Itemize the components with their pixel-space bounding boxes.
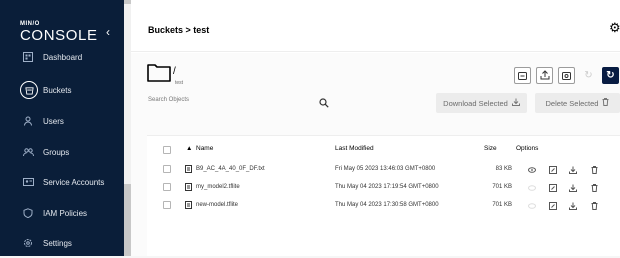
search-objects-field[interactable]: Search Objects: [148, 97, 331, 111]
download-icon[interactable]: [568, 165, 577, 174]
sidebar-item-dashboard[interactable]: Dashboard: [0, 42, 124, 72]
service-account-icon: [22, 176, 34, 188]
table-row[interactable]: B9_AC_4A_40_0F_DF.txt Fri May 05 2023 13…: [147, 163, 620, 178]
sidebar-item-settings[interactable]: Settings: [0, 228, 124, 258]
sidebar-item-service-accounts[interactable]: Service Accounts: [0, 167, 124, 197]
refresh-disabled-button[interactable]: ↻: [580, 67, 597, 84]
sidebar-item-label: IAM Policies: [43, 208, 88, 218]
sidebar-item-groups[interactable]: Groups: [0, 137, 124, 167]
sidebar-item-users[interactable]: Users: [0, 106, 124, 136]
sidebar-item-label: Settings: [43, 238, 72, 248]
refresh-icon: ↻: [584, 70, 593, 81]
file-icon: [185, 183, 192, 193]
column-size[interactable]: Size: [484, 145, 497, 152]
sidebar-item-label: Groups: [43, 147, 70, 157]
logo-console-text: CONSOLE: [20, 27, 98, 44]
sidebar-item-iam-policies[interactable]: IAM Policies: [0, 198, 124, 228]
row-checkbox[interactable]: [163, 183, 171, 191]
download-selected-label: Download Selected: [443, 98, 508, 108]
bucket-icon: [20, 81, 38, 99]
main-panel: Buckets > test ⚙ / test ↻ ↻ Search Objec…: [131, 0, 620, 256]
user-icon: [22, 115, 34, 127]
share-icon[interactable]: [548, 201, 557, 210]
file-icon: [185, 165, 192, 175]
refresh-button[interactable]: ↻: [602, 67, 619, 84]
reload-icon: ↻: [606, 70, 615, 81]
row-size: 701 KB: [492, 184, 512, 190]
dashboard-icon: [22, 51, 34, 63]
upload-folder-button[interactable]: [514, 67, 531, 84]
download-icon[interactable]: [568, 201, 577, 210]
settings-gear-icon[interactable]: ⚙: [609, 20, 620, 36]
history-icon: [562, 67, 571, 85]
groups-icon: [22, 146, 34, 158]
row-name: my_model2.tflite: [196, 184, 240, 190]
column-name[interactable]: Name: [196, 145, 213, 152]
gear-icon: [22, 237, 34, 249]
sidebar-item-buckets[interactable]: Buckets: [0, 75, 124, 105]
objects-table: ▲ Name Last Modified Size Options B9_AC_…: [147, 135, 620, 256]
row-last-modified: Thu May 04 2023 17:19:54 GMT+0800: [335, 184, 439, 190]
sidebar-item-label: Users: [43, 116, 64, 126]
trash-icon: [602, 98, 609, 108]
row-name: B9_AC_4A_40_0F_DF.txt: [196, 166, 265, 172]
download-selected-button[interactable]: Download Selected: [436, 93, 527, 113]
select-all-checkbox[interactable]: [163, 146, 171, 154]
delete-selected-button[interactable]: Delete Selected: [535, 93, 620, 113]
table-row[interactable]: my_model2.tflite Thu May 04 2023 17:19:5…: [147, 181, 620, 196]
preview-icon[interactable]: [527, 201, 536, 210]
upload-button[interactable]: [536, 67, 553, 84]
file-icon: [185, 201, 192, 211]
sidebar-item-label: Dashboard: [43, 52, 83, 62]
search-icon[interactable]: [319, 95, 329, 113]
table-row[interactable]: new-model.tflite Thu May 04 2023 17:30:5…: [147, 199, 620, 214]
row-checkbox[interactable]: [163, 201, 171, 209]
delete-selected-label: Delete Selected: [545, 98, 599, 108]
preview-icon[interactable]: [527, 165, 536, 174]
row-name: new-model.tflite: [196, 202, 239, 208]
bucket-name-subtitle: test: [175, 80, 184, 86]
sidebar-item-label: Service Accounts: [43, 177, 105, 187]
trash-icon[interactable]: [590, 165, 599, 174]
row-size: 701 KB: [492, 202, 512, 208]
share-icon[interactable]: [548, 183, 557, 192]
sidebar: MIN/O CONSOLE ‹ Dashboard Buckets Users …: [0, 0, 131, 256]
sidebar-item-label: Buckets: [43, 85, 72, 95]
top-bar: Buckets > test ⚙: [131, 0, 620, 52]
row-size: 83 KB: [495, 166, 512, 172]
share-icon[interactable]: [548, 165, 557, 174]
sidebar-scrollbar-thumb[interactable]: [124, 4, 131, 184]
download-icon[interactable]: [568, 183, 577, 192]
row-last-modified: Fri May 05 2023 13:46:03 GMT+0800: [335, 166, 436, 172]
rewind-button[interactable]: [558, 67, 575, 84]
sort-ascending-icon[interactable]: ▲: [186, 145, 192, 152]
trash-icon[interactable]: [590, 183, 599, 192]
current-path: /: [173, 66, 176, 77]
folder-icon: [147, 63, 171, 87]
column-last-modified[interactable]: Last Modified: [335, 145, 374, 152]
minio-console-logo[interactable]: MIN/O CONSOLE: [20, 21, 98, 43]
shield-icon: [22, 207, 34, 219]
row-last-modified: Thu May 04 2023 17:30:58 GMT+0800: [335, 202, 439, 208]
table-header: ▲ Name Last Modified Size Options: [147, 142, 620, 156]
upload-icon: [540, 67, 550, 85]
trash-icon[interactable]: [590, 201, 599, 210]
download-icon: [511, 98, 520, 108]
breadcrumb: Buckets > test: [148, 25, 210, 35]
collapse-sidebar-icon[interactable]: ‹: [106, 25, 110, 39]
folder-upload-icon: [518, 67, 527, 85]
column-options: Options: [516, 145, 539, 152]
row-checkbox[interactable]: [163, 165, 171, 173]
search-input[interactable]: Search Objects: [148, 97, 189, 103]
preview-icon[interactable]: [527, 183, 536, 192]
bucket-browser: / test ↻ ↻ Search Objects Download Selec…: [131, 53, 620, 256]
